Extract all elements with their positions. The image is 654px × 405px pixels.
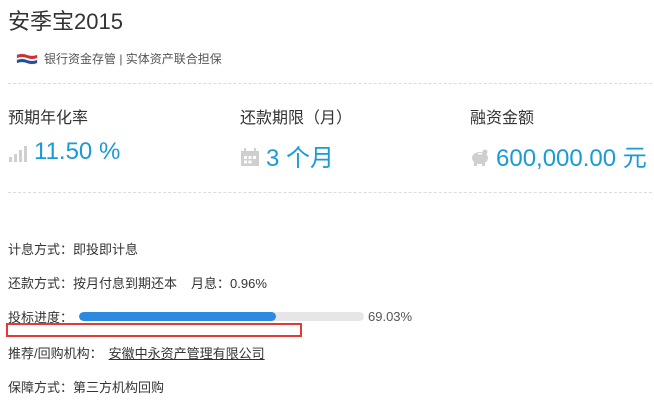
org-label: 推荐/回购机构： [8, 346, 103, 361]
term-value: 3 个月 [266, 145, 335, 172]
piggy-bank-icon [470, 146, 490, 166]
signal-bars-icon [8, 142, 28, 162]
rate-value: 11.50 % [34, 138, 121, 165]
metric-rate: 预期年化率 11.50 % [8, 104, 120, 166]
monthly-rate: 月息：0.96% [191, 276, 267, 291]
guarantee-info: 银行资金存管 | 实体资产联合担保 [16, 50, 222, 67]
progress-percent: 69.03% [368, 309, 413, 324]
highlight-box [6, 323, 302, 337]
calendar-icon [240, 146, 260, 166]
rate-label: 预期年化率 [8, 110, 89, 127]
term-label: 还款期限（月） [240, 110, 353, 127]
bank-flag-icon [16, 53, 38, 65]
amount-value: 600,000.00 元 [496, 145, 647, 172]
repayment-method: 还款方式：按月付息到期还本 [8, 276, 178, 291]
repayment-row: 还款方式：按月付息到期还本 月息：0.96% [8, 273, 267, 292]
interest-method: 计息方式：即投即计息 [8, 242, 139, 257]
divider-middle [8, 192, 652, 193]
guarantee-text: 银行资金存管 | 实体资产联合担保 [44, 52, 222, 66]
org-link[interactable]: 安徽中永资产管理有限公司 [109, 346, 265, 361]
progress-bar [79, 312, 364, 321]
product-title: 安季宝2015 [8, 9, 123, 34]
guarantee-method: 保障方式：第三方机构回购 [8, 380, 165, 395]
divider-top [8, 83, 652, 84]
org-row: 推荐/回购机构： 安徽中永资产管理有限公司 [8, 343, 265, 362]
amount-label: 融资金额 [470, 110, 535, 127]
progress-fill [79, 312, 276, 321]
metric-term: 还款期限（月） 3 个月 [240, 104, 352, 173]
metric-amount: 融资金额 600,000.00 元 [470, 104, 647, 173]
